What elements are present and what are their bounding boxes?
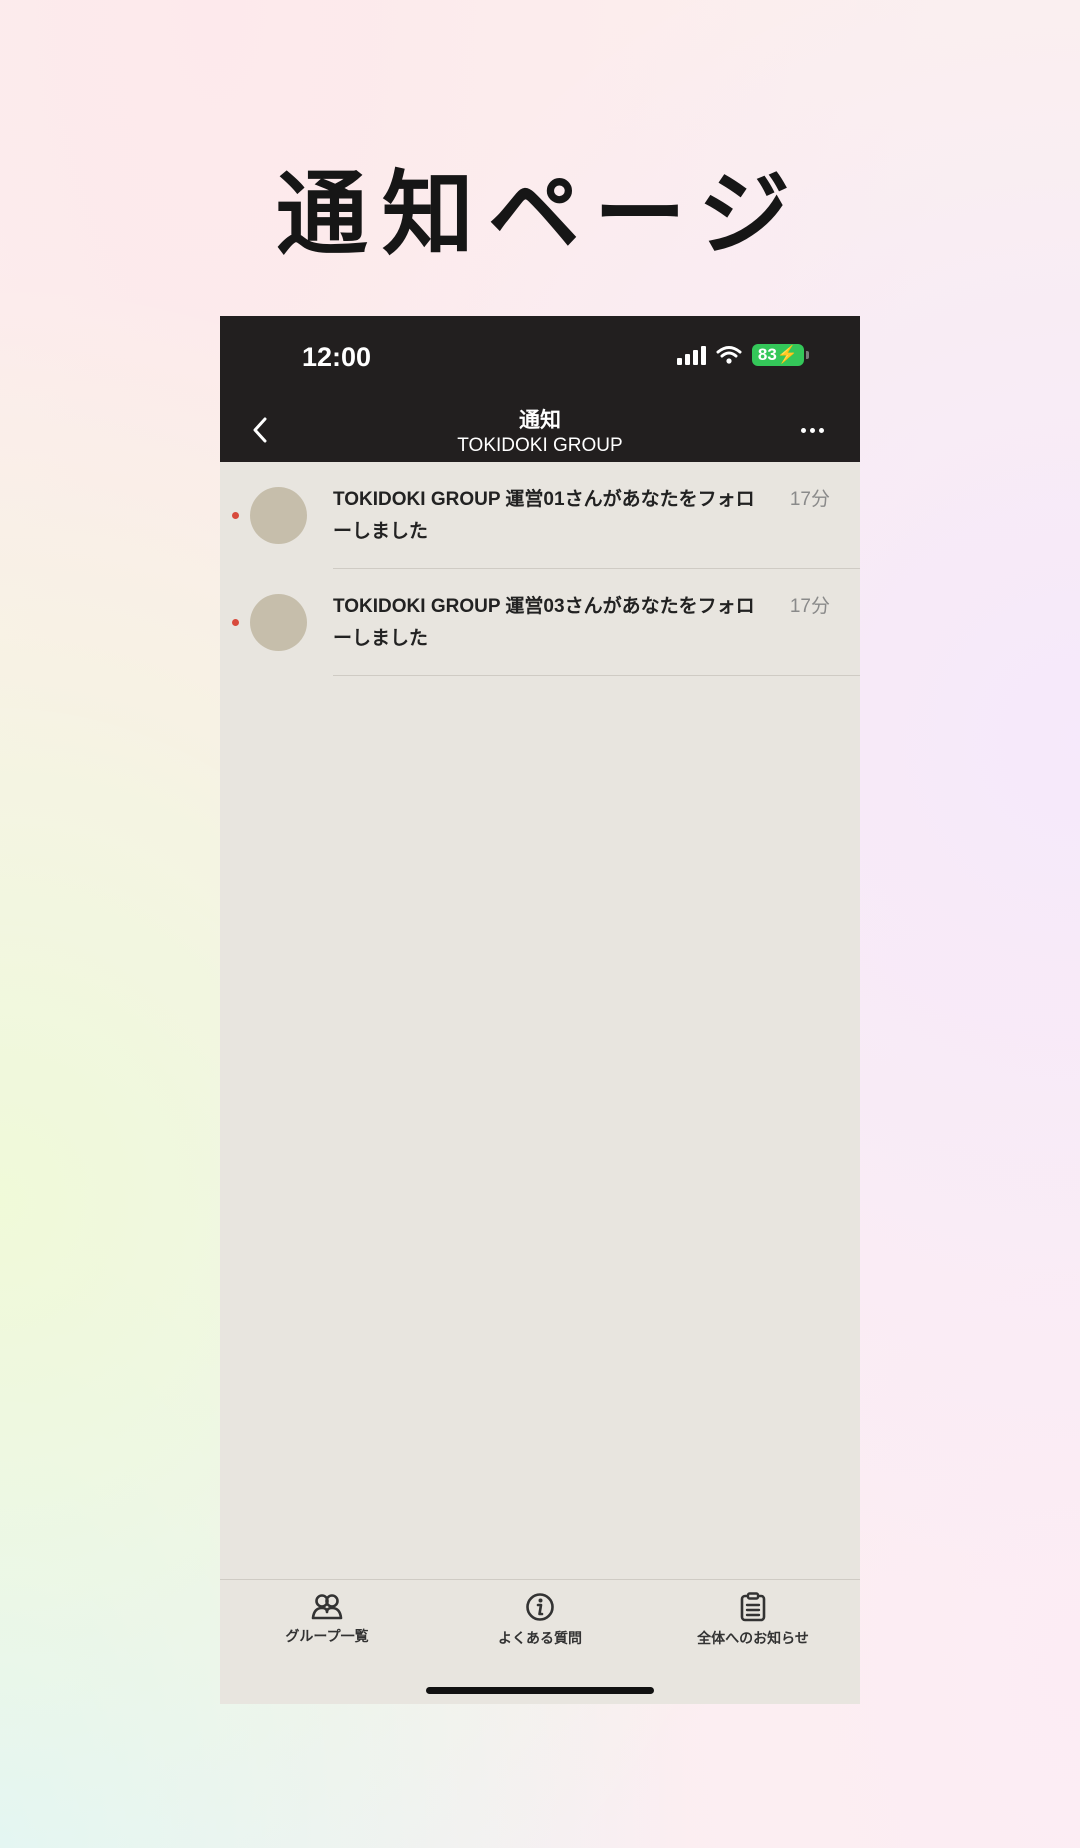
tab-label: グループ一覧	[285, 1629, 369, 1645]
status-time: 12:00	[302, 342, 372, 372]
avatar	[250, 594, 307, 651]
notification-text: TOKIDOKI GROUP 運営01さんがあなたをフォローしました	[333, 489, 755, 542]
avatar	[250, 487, 307, 544]
notification-text: TOKIDOKI GROUP 運営03さんがあなたをフォローしました	[333, 596, 755, 649]
battery-level: 83	[757, 345, 777, 364]
group-icon	[311, 1594, 343, 1620]
more-dot-icon	[800, 427, 806, 433]
signal-icon	[676, 345, 706, 365]
divider	[333, 675, 860, 676]
clipboard-icon	[740, 1592, 766, 1622]
phone-screen: 12:00 83⚡ 通知 TOKIDOKI GROUP TOKIDOKI GRO…	[220, 316, 860, 1704]
nav-title: 通知	[519, 409, 561, 432]
status-bar: 12:00 83⚡	[220, 316, 860, 400]
nav-subtitle: TOKIDOKI GROUP	[457, 435, 623, 456]
notification-row[interactable]: TOKIDOKI GROUP 運営03さんがあなたをフォローしました 17分	[220, 569, 860, 676]
more-dot-icon	[818, 427, 824, 433]
unread-dot	[232, 512, 239, 519]
status-icons: 83⚡	[676, 344, 810, 366]
more-options-button[interactable]	[792, 414, 832, 446]
nav-title-group: 通知 TOKIDOKI GROUP	[220, 404, 860, 457]
notification-time: 17分	[789, 489, 830, 510]
more-dot-icon	[809, 427, 815, 433]
tab-bar: グループ一覧 よくある質問 全体へのお知らせ	[220, 1579, 860, 1704]
battery-icon: 83⚡	[751, 344, 810, 366]
notification-list: TOKIDOKI GROUP 運営01さんがあなたをフォローしました 17分 T…	[220, 462, 860, 676]
wifi-icon	[716, 346, 742, 364]
page-title: 通知ページ	[275, 161, 805, 268]
nav-bar: 通知 TOKIDOKI GROUP	[220, 400, 860, 462]
home-indicator	[426, 1687, 654, 1694]
notification-time: 17分	[789, 596, 830, 617]
unread-dot	[232, 619, 239, 626]
tab-faq[interactable]: よくある質問	[440, 1592, 640, 1648]
tab-group-list[interactable]: グループ一覧	[227, 1592, 427, 1646]
info-icon	[526, 1593, 554, 1621]
notification-row[interactable]: TOKIDOKI GROUP 運営01さんがあなたをフォローしました 17分	[220, 462, 860, 569]
tab-announcements[interactable]: 全体へのお知らせ	[653, 1592, 853, 1648]
tab-label: よくある質問	[498, 1631, 582, 1647]
tab-label: 全体へのお知らせ	[697, 1631, 809, 1647]
